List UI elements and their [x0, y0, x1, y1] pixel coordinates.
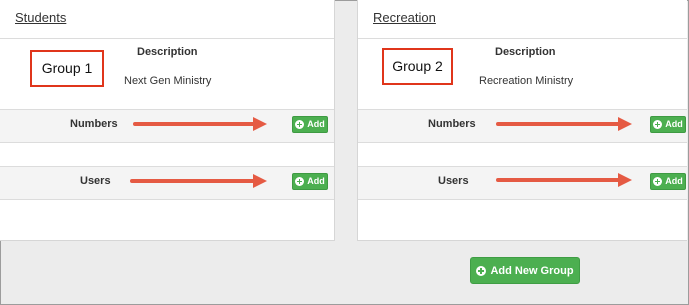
users-label: Users: [80, 175, 111, 187]
description-header: Description: [495, 46, 556, 58]
arrow-right-icon: [496, 173, 632, 187]
numbers-label: Numbers: [70, 118, 118, 130]
add-label: Add: [665, 176, 683, 186]
plus-circle-icon: [653, 177, 663, 186]
add-label: Add: [307, 119, 325, 129]
group-title-link[interactable]: Students: [15, 10, 66, 25]
add-user-button[interactable]: Add: [292, 173, 328, 190]
divider: [358, 38, 687, 39]
group-title-link[interactable]: Recreation: [373, 10, 436, 25]
plus-circle-icon: [295, 177, 305, 186]
description-value: Next Gen Ministry: [124, 75, 212, 87]
description-value: Recreation Ministry: [479, 75, 574, 87]
divider: [0, 38, 334, 39]
arrow-right-icon: [133, 117, 267, 131]
add-new-group-label: Add New Group: [490, 264, 574, 277]
add-label: Add: [307, 176, 325, 186]
users-label: Users: [438, 175, 469, 187]
plus-circle-icon: [295, 120, 305, 129]
numbers-label: Numbers: [428, 118, 476, 130]
arrow-right-icon: [130, 174, 267, 188]
add-new-group-button[interactable]: Add New Group: [470, 257, 580, 284]
plus-circle-icon: [653, 120, 663, 129]
arrow-right-icon: [496, 117, 632, 131]
add-label: Add: [665, 119, 683, 129]
add-number-button[interactable]: Add: [650, 116, 686, 133]
plus-circle-icon: [476, 265, 487, 276]
description-header: Description: [137, 46, 198, 58]
group-2-callout: Group 2: [382, 48, 453, 85]
group-1-callout: Group 1: [30, 50, 104, 87]
add-user-button[interactable]: Add: [650, 173, 686, 190]
add-number-button[interactable]: Add: [292, 116, 328, 133]
